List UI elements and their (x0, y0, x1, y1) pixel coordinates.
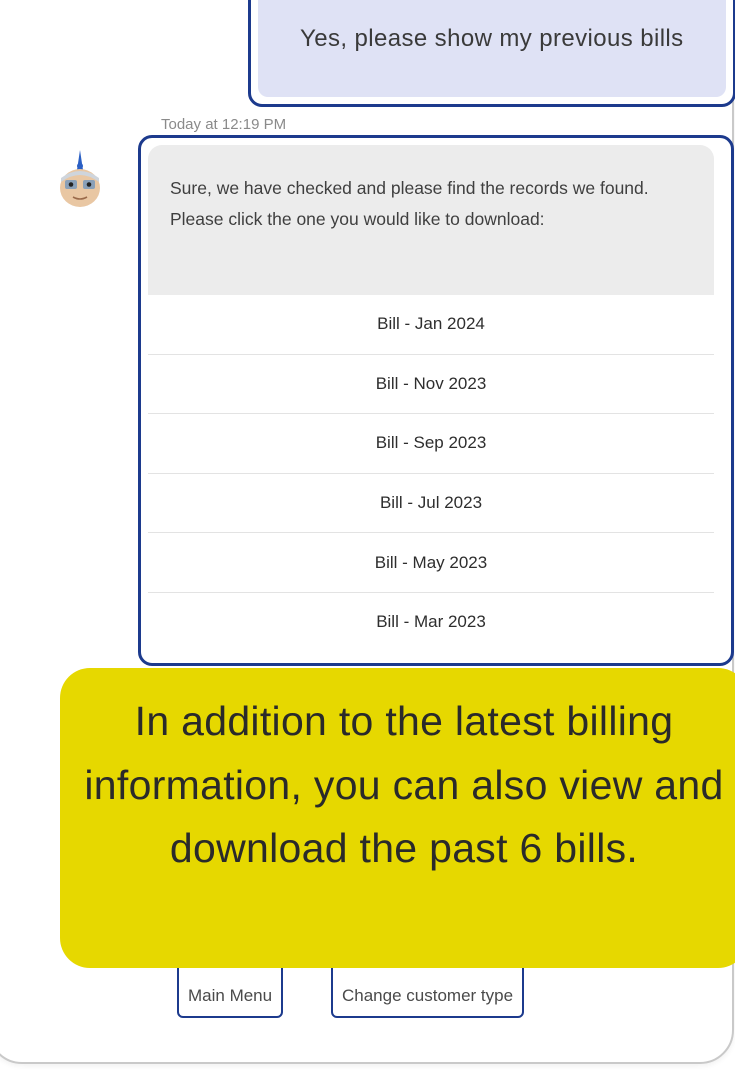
bill-option-mar-2023[interactable]: Bill - Mar 2023 (148, 593, 714, 647)
bot-avatar-icon (60, 150, 100, 207)
message-timestamp: Today at 12:19 PM (161, 116, 287, 133)
change-customer-type-button[interactable]: Change customer type (331, 962, 525, 1018)
bill-option-jan-2024[interactable]: Bill - Jan 2024 (148, 295, 714, 355)
user-message-bubble: Yes, please show my previous bills (258, 0, 726, 97)
bot-message-text: Sure, we have checked and please find th… (148, 145, 714, 295)
bill-option-nov-2023[interactable]: Bill - Nov 2023 (148, 355, 714, 415)
bill-option-may-2023[interactable]: Bill - May 2023 (148, 533, 714, 593)
bill-option-jul-2023[interactable]: Bill - Jul 2023 (148, 474, 714, 534)
user-message-highlight: Yes, please show my previous bills (248, 0, 735, 107)
bill-option-sep-2023[interactable]: Bill - Sep 2023 (148, 414, 714, 474)
bot-message-card: Sure, we have checked and please find th… (148, 145, 714, 647)
bill-option-list: Bill - Jan 2024 Bill - Nov 2023 Bill - S… (148, 295, 714, 647)
main-menu-button[interactable]: Main Menu (177, 962, 284, 1018)
info-callout-banner: In addition to the latest billing inform… (60, 668, 735, 968)
